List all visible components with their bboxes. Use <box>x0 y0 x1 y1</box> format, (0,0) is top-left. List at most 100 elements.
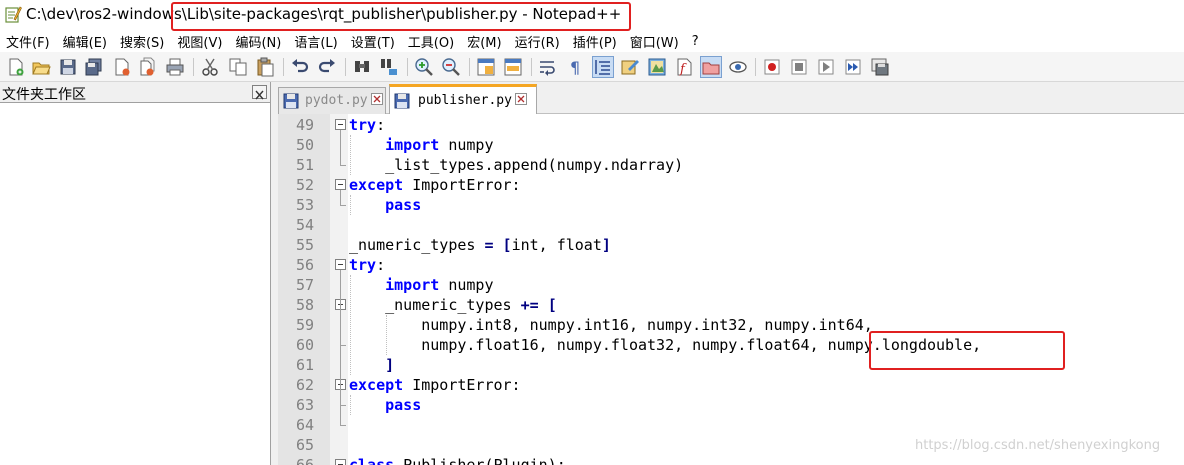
folder-panel-title: 文件夹工作区 <box>2 87 86 103</box>
menu-file[interactable]: 文件(F) <box>6 32 50 51</box>
code-text: _numeric_types += [ <box>349 296 557 314</box>
indent-guide-icon[interactable] <box>592 56 614 78</box>
cut-icon[interactable] <box>200 57 220 77</box>
line-number: 52 <box>295 176 314 194</box>
fold-toggle-icon[interactable] <box>335 119 346 130</box>
menu-settings[interactable]: 设置(T) <box>351 32 395 51</box>
undo-icon[interactable] <box>290 57 310 77</box>
code-line[interactable]: 64 <box>278 415 1184 435</box>
code-line[interactable]: 50 import numpy <box>278 135 1184 155</box>
new-file-icon[interactable] <box>6 57 26 77</box>
show-all-chars-icon[interactable]: ¶ <box>565 57 585 77</box>
tab-close-icon[interactable] <box>371 93 383 105</box>
code-line[interactable]: 51 _list_types.append(numpy.ndarray) <box>278 155 1184 175</box>
save-macro-icon[interactable] <box>870 57 890 77</box>
code-line[interactable]: 53 pass <box>278 195 1184 215</box>
function-list-icon[interactable]: f <box>674 57 694 77</box>
run-macro-multiple-icon[interactable] <box>843 57 863 77</box>
open-file-icon[interactable] <box>31 57 51 77</box>
menu-plugins[interactable]: 插件(P) <box>573 32 617 51</box>
code-line[interactable]: 61 ] <box>278 355 1184 375</box>
menu-run[interactable]: 运行(R) <box>515 32 560 51</box>
svg-text:¶: ¶ <box>570 58 580 77</box>
code-line[interactable]: 58 _numeric_types += [ <box>278 295 1184 315</box>
line-number: 62 <box>295 376 314 394</box>
code-line[interactable]: 54 <box>278 215 1184 235</box>
fold-toggle-icon[interactable] <box>335 259 346 270</box>
menu-encoding[interactable]: 编码(N) <box>235 32 281 51</box>
menu-macro[interactable]: 宏(M) <box>467 32 501 51</box>
code-line[interactable]: 52 except ImportError: <box>278 175 1184 195</box>
tab-close-icon[interactable] <box>515 93 527 105</box>
toolbar-separator <box>469 58 470 76</box>
menu-help[interactable]: ? <box>692 34 699 49</box>
save-icon[interactable] <box>58 57 78 77</box>
folder-workspace-panel: 文件夹工作区 <box>0 82 271 465</box>
panel-close-button[interactable] <box>252 85 267 100</box>
tab-label: pydot.py <box>305 93 368 108</box>
word-wrap-icon[interactable] <box>538 57 558 77</box>
menu-language[interactable]: 语言(L) <box>294 32 337 51</box>
document-map-icon[interactable] <box>647 57 667 77</box>
code-editor[interactable]: 49 try: 50 import numpy 51 _list_types.appe… <box>278 114 1184 465</box>
sync-horizontal-icon[interactable] <box>503 57 523 77</box>
sync-vertical-icon[interactable] <box>476 57 496 77</box>
close-all-icon[interactable] <box>138 57 158 77</box>
tab-label: publisher.py <box>418 93 512 108</box>
play-macro-icon[interactable] <box>816 57 836 77</box>
record-macro-icon[interactable] <box>762 57 782 77</box>
line-number: 54 <box>295 216 314 234</box>
indent-guide <box>350 195 351 215</box>
monitoring-icon[interactable] <box>728 57 748 77</box>
window-title: C:\dev\ros2-windows\Lib\site-packages\rq… <box>26 5 622 23</box>
stop-record-icon[interactable] <box>789 57 809 77</box>
save-all-icon[interactable] <box>84 57 104 77</box>
code-line[interactable]: 60 numpy.float16, numpy.float32, numpy.f… <box>278 335 1184 355</box>
code-line[interactable]: 63 pass <box>278 395 1184 415</box>
copy-icon[interactable] <box>228 57 248 77</box>
fold-end <box>340 345 346 346</box>
replace-icon[interactable] <box>379 57 399 77</box>
fold-line <box>340 310 341 345</box>
fold-end <box>340 425 346 426</box>
print-icon[interactable] <box>165 57 185 77</box>
find-icon[interactable] <box>352 57 372 77</box>
fold-toggle-icon[interactable] <box>335 179 346 190</box>
code-line[interactable]: 49 try: <box>278 115 1184 135</box>
tab-pydot[interactable]: pydot.py <box>278 87 386 114</box>
code-line[interactable]: 55 _numeric_types = [int, float] <box>278 235 1184 255</box>
line-number: 56 <box>295 256 314 274</box>
redo-icon[interactable] <box>317 57 337 77</box>
fold-end <box>340 205 346 206</box>
notepad-plus-plus-icon <box>5 6 22 23</box>
indent-guide <box>350 275 351 375</box>
fold-toggle-icon[interactable] <box>335 459 346 465</box>
menu-view[interactable]: 视图(V) <box>177 32 222 51</box>
menu-window[interactable]: 窗口(W) <box>630 32 679 51</box>
code-line[interactable]: 57 import numpy <box>278 275 1184 295</box>
tab-publisher[interactable]: publisher.py <box>389 84 537 114</box>
line-number: 51 <box>295 156 314 174</box>
toolbar-separator <box>407 58 408 76</box>
code-line[interactable]: 59 numpy.int8, numpy.int16, numpy.int32,… <box>278 315 1184 335</box>
fold-end <box>340 165 346 166</box>
line-number: 66 <box>295 456 314 465</box>
folder-workspace-icon[interactable] <box>700 56 722 78</box>
close-icon[interactable] <box>112 57 132 77</box>
paste-icon[interactable] <box>255 57 275 77</box>
indent-guide <box>386 315 387 355</box>
zoom-in-icon[interactable] <box>414 57 434 77</box>
fold-end <box>340 405 346 406</box>
toolbar-separator <box>283 58 284 76</box>
panel-splitter[interactable] <box>271 82 278 465</box>
code-text: except ImportError: <box>349 376 521 394</box>
menu-search[interactable]: 搜索(S) <box>120 32 164 51</box>
code-line[interactable]: 62 except ImportError: <box>278 375 1184 395</box>
code-line[interactable]: 66 class Publisher(Plugin): <box>278 455 1184 465</box>
menu-tools[interactable]: 工具(O) <box>408 32 454 51</box>
user-language-icon[interactable] <box>620 57 640 77</box>
menu-edit[interactable]: 编辑(E) <box>63 32 107 51</box>
zoom-out-icon[interactable] <box>441 57 461 77</box>
fold-line <box>340 390 341 405</box>
code-line[interactable]: 56 try: <box>278 255 1184 275</box>
